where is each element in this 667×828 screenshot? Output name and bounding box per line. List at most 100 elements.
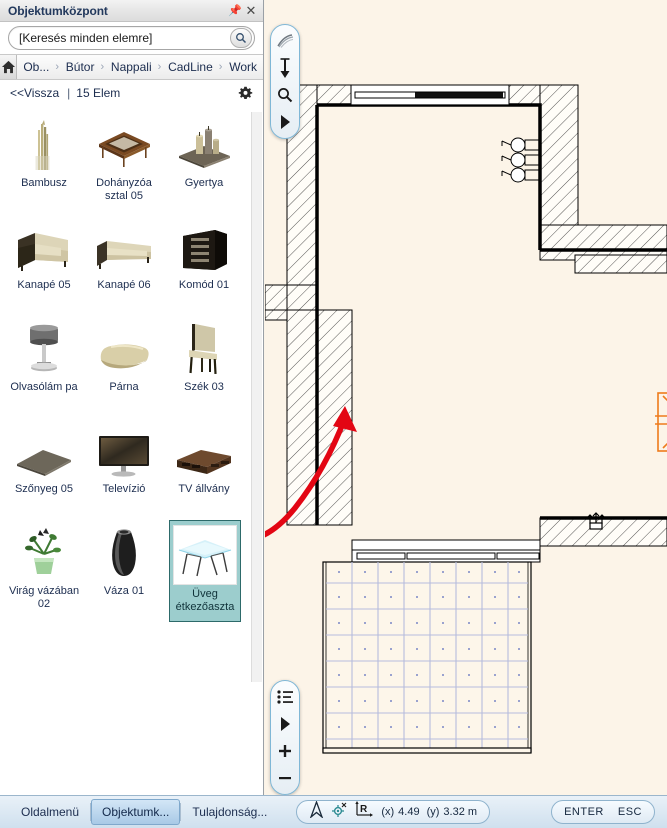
object-item[interactable]: Kanapé 06: [89, 214, 159, 316]
grid-scrollbar[interactable]: [251, 112, 262, 682]
object-item[interactable]: Szék 03: [169, 316, 239, 418]
object-item[interactable]: Dohányzóa sztal 05: [89, 112, 159, 214]
coffee-table-thumb: [93, 116, 155, 174]
object-item-label: Szék 03: [184, 381, 224, 393]
object-item-grid[interactable]: Bambusz Dohányzóa sztal 05 Gyertya Kanap…: [0, 112, 252, 682]
y-coord-label: (y): [426, 806, 440, 818]
info-divider: |: [67, 86, 71, 100]
tv-thumb: [93, 422, 155, 480]
flower-vase-thumb: [13, 524, 75, 582]
object-item-label: Bambusz: [21, 177, 67, 189]
object-item[interactable]: Bambusz: [9, 112, 79, 214]
object-item[interactable]: Szőnyeg 05: [9, 418, 79, 520]
breadcrumb-item-4[interactable]: Work: [223, 55, 263, 79]
close-icon[interactable]: ✕: [243, 3, 259, 19]
compass-north-icon[interactable]: [309, 800, 324, 823]
panel-title: Objektumközpont: [8, 3, 108, 18]
object-item[interactable]: Gyertya: [169, 112, 239, 214]
dresser-thumb: [173, 218, 235, 276]
plus-icon[interactable]: [274, 740, 296, 762]
breadcrumb-item-1[interactable]: Bútor: [60, 55, 101, 79]
list-icon[interactable]: [274, 686, 296, 708]
drawing-canvas[interactable]: [265, 0, 667, 795]
tab-oldalmenu[interactable]: Oldalmenü: [10, 799, 90, 825]
sofa-thumb: [93, 218, 155, 276]
tv-stand-thumb: [173, 422, 235, 480]
search-box[interactable]: [8, 26, 255, 50]
object-item-label: Televízió: [102, 483, 146, 495]
back-link[interactable]: <<Vissza: [10, 86, 59, 100]
candle-thumb: [173, 116, 235, 174]
glass-dining-table-thumb: [173, 525, 237, 585]
object-item-selected[interactable]: Üveg étkezőaszta: [169, 520, 241, 622]
breadcrumb: Ob... › Bútor › Nappali › CadLine › Work: [0, 54, 263, 80]
object-item-label: Virág vázában 02: [8, 585, 80, 610]
search-input[interactable]: [19, 31, 230, 45]
pillow-thumb: [93, 320, 155, 378]
object-item-label: Párna: [109, 381, 139, 393]
info-row: <<Vissza | 15 Elem: [0, 80, 263, 106]
object-item-label: Kanapé 05: [17, 279, 71, 291]
chair-thumb: [173, 320, 235, 378]
breadcrumb-item-3[interactable]: CadLine: [162, 55, 219, 79]
bottom-status-bar: Oldalmenü Objektumk... Tulajdonság... R …: [0, 795, 667, 828]
y-coord-value: 3.32 m: [443, 806, 478, 818]
object-item[interactable]: Virág vázában 02: [9, 520, 79, 622]
play-arrow-icon[interactable]: [274, 713, 296, 735]
reading-lamp-thumb: [13, 320, 75, 378]
x-coord-label: (x): [381, 806, 395, 818]
play-arrow-icon[interactable]: [274, 111, 296, 133]
coordinate-status[interactable]: R (x) 4.49 (y) 3.32 m: [296, 800, 491, 824]
object-item-label: Kanapé 06: [97, 279, 151, 291]
object-item-label: Üveg étkezőaszta: [175, 588, 235, 613]
view-toolbar-top[interactable]: [270, 24, 300, 139]
panel-titlebar: Objektumközpont 📌 ✕: [0, 0, 263, 22]
armchair-thumb: [13, 218, 75, 276]
object-center-panel: Objektumközpont 📌 ✕ [Keresés minden elem…: [0, 0, 264, 795]
gear-icon[interactable]: [238, 86, 253, 101]
object-item-label: Váza 01: [103, 585, 145, 597]
home-icon[interactable]: [0, 55, 18, 79]
breadcrumb-item-2[interactable]: Nappali: [105, 55, 158, 79]
search-row: [0, 22, 263, 54]
carpet-thumb: [13, 422, 75, 480]
snap-point-icon[interactable]: [331, 802, 348, 823]
key-hints[interactable]: ENTER ESC: [551, 800, 655, 824]
pan-swipe-icon[interactable]: [274, 30, 296, 52]
relative-coord-icon[interactable]: R: [355, 801, 374, 823]
object-item[interactable]: Olvasólám pa: [9, 316, 79, 418]
esc-key-hint[interactable]: ESC: [618, 806, 642, 818]
pin-icon[interactable]: 📌: [227, 3, 243, 19]
x-coord-value: 4.49: [398, 806, 420, 818]
bamboo-thumb: [13, 116, 75, 174]
object-item-label: Szőnyeg 05: [14, 483, 74, 495]
object-item-label: Olvasólám pa: [10, 381, 78, 393]
object-item-label: TV állvány: [178, 483, 230, 495]
window-top: [350, 84, 510, 106]
tab-tulajdonsagok[interactable]: Tulajdonság...: [181, 799, 278, 825]
minus-icon[interactable]: [274, 767, 296, 789]
view-toolbar-bottom[interactable]: [270, 680, 300, 795]
zoom-icon[interactable]: [274, 84, 296, 106]
move-vertical-icon[interactable]: [274, 57, 296, 79]
wall-right-lower: [539, 517, 667, 547]
object-item[interactable]: Kanapé 05: [9, 214, 79, 316]
object-item-label: Gyertya: [184, 177, 224, 189]
enter-key-hint[interactable]: ENTER: [564, 806, 604, 818]
object-item[interactable]: Párna: [89, 316, 159, 418]
object-item[interactable]: Komód 01: [169, 214, 239, 316]
object-item[interactable]: Televízió: [89, 418, 159, 520]
wall-fixture-symbol: [586, 512, 606, 530]
object-item[interactable]: TV állvány: [169, 418, 239, 520]
breadcrumb-item-0[interactable]: Ob...: [17, 55, 55, 79]
vase-thumb: [93, 524, 155, 582]
item-count-label: 15 Elem: [76, 86, 121, 100]
application-window: Objektumközpont 📌 ✕ [Keresés minden elem…: [0, 0, 667, 828]
terrace-tile-area: [322, 561, 532, 754]
svg-text:R: R: [360, 804, 368, 815]
object-item-label: Komód 01: [178, 279, 230, 291]
object-item[interactable]: Váza 01: [89, 520, 159, 622]
tab-objektumkozpont[interactable]: Objektumk...: [91, 799, 181, 825]
annotation-arrow: [265, 406, 357, 538]
search-icon[interactable]: [230, 28, 252, 48]
